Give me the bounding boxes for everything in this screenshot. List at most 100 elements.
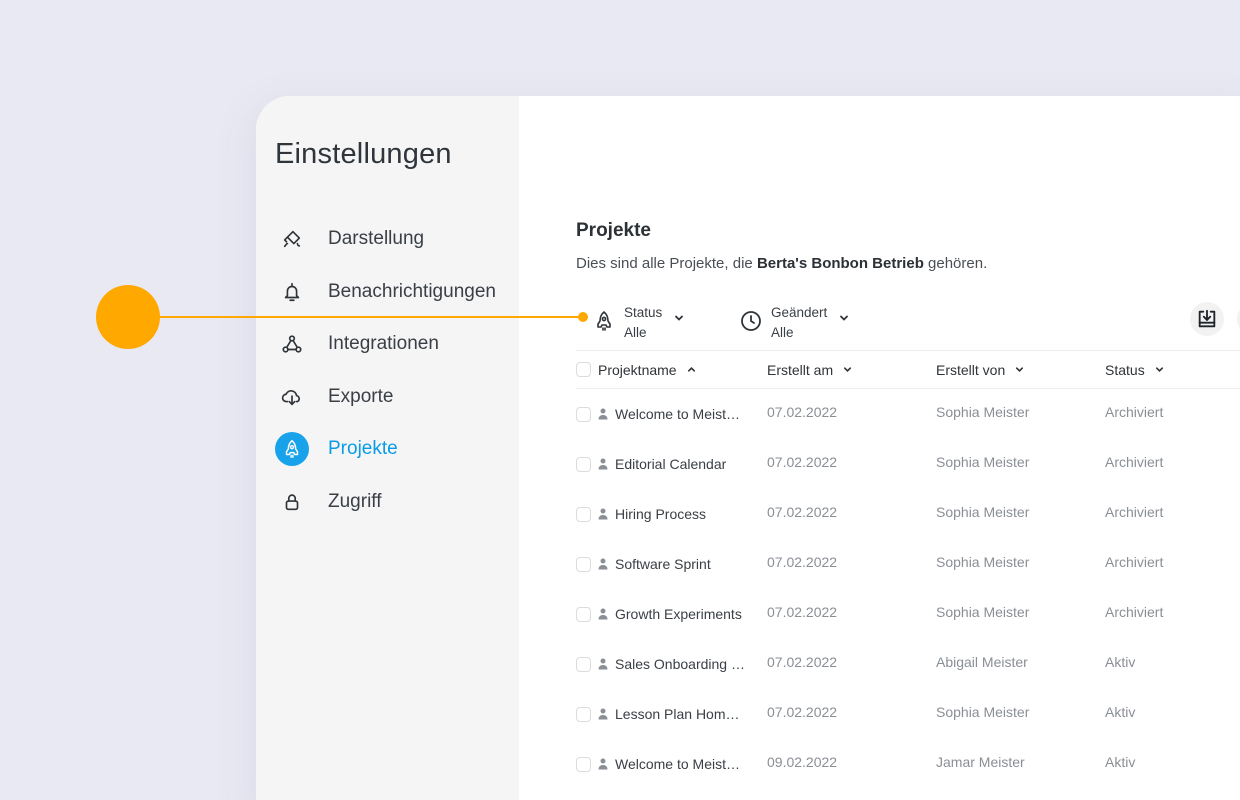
changed-filter-value: Alle <box>771 325 794 340</box>
project-status: Archiviert <box>1105 504 1164 520</box>
status-filter-label: Status <box>624 305 663 320</box>
project-name-cell[interactable]: Growth Experiments <box>598 606 767 622</box>
sidebar-item-label: Benachrichtigungen <box>328 280 496 302</box>
project-name: Welcome to Meist… <box>615 406 740 422</box>
row-checkbox[interactable] <box>576 406 591 422</box>
rocket-icon <box>597 311 611 331</box>
project-status: Archiviert <box>1105 454 1164 470</box>
project-status: Archiviert <box>1105 604 1164 620</box>
created-by: Sophia Meister <box>936 404 1030 420</box>
row-checkbox[interactable] <box>576 556 591 572</box>
created-date: 07.02.2022 <box>767 554 838 570</box>
project-status: Archiviert <box>1105 404 1164 420</box>
user-icon <box>598 758 608 770</box>
chevron-down-icon <box>1155 367 1163 372</box>
project-name: Welcome to Meist… <box>615 756 740 772</box>
status-filter-value: Alle <box>624 325 647 340</box>
project-name-cell[interactable]: Welcome to Meist… <box>598 406 767 422</box>
created-by: Sophia Meister <box>936 704 1030 720</box>
row-checkbox-cell <box>576 556 598 572</box>
sidebar-item-label: Projekte <box>328 438 398 460</box>
project-name-cell[interactable]: Welcome to Meist… <box>598 756 767 772</box>
column-header-erstellt-am[interactable]: Erstellt am <box>767 362 936 378</box>
select-all-checkbox[interactable] <box>576 362 591 377</box>
paint-icon <box>275 222 309 256</box>
project-name-cell[interactable]: Lesson Plan Home… <box>598 706 767 722</box>
row-checkbox[interactable] <box>576 656 591 672</box>
table-header: Projektname Erstellt am Erstellt von Sta… <box>576 350 1240 389</box>
column-header-status[interactable]: Status <box>1105 362 1240 378</box>
sidebar-item-label: Exporte <box>328 385 394 407</box>
created-by: Sophia Meister <box>936 454 1030 470</box>
sidebar: Einstellungen Darstellung Benachrichtigu… <box>256 96 519 800</box>
column-label: Status <box>1105 361 1145 378</box>
created-by: Jamar Meister <box>936 754 1025 770</box>
row-checkbox[interactable] <box>576 706 591 722</box>
created-date: 07.02.2022 <box>767 504 838 520</box>
project-name-cell[interactable]: Hiring Process <box>598 506 767 522</box>
rocket-icon <box>275 432 309 467</box>
bell-icon <box>275 275 309 309</box>
integrations-icon <box>275 327 309 361</box>
sidebar-item-benachrichtigungen[interactable]: Benachrichtigungen <box>275 266 496 319</box>
table-row[interactable]: Sales Onboarding … 07.02.2022 Abigail Meis… <box>576 639 1240 689</box>
created-date: 07.02.2022 <box>767 454 838 470</box>
column-label: Erstellt am <box>767 361 834 378</box>
settings-window: Einstellungen Darstellung Benachrichtigu… <box>256 96 1240 800</box>
row-checkbox[interactable] <box>576 606 591 622</box>
main-content: Projekte Dies sind alle Projekte, die Be… <box>519 96 1240 800</box>
sidebar-item-exporte[interactable]: Exporte <box>275 371 496 424</box>
table-row[interactable]: Welcome to Meist… 07.02.2022 Sophia Meiste… <box>576 389 1240 439</box>
callout-line <box>158 316 584 318</box>
sidebar-title: Einstellungen <box>275 138 452 170</box>
table-row[interactable]: Software Sprint 07.02.2022 Sophia Meister A… <box>576 539 1240 589</box>
created-date: 09.02.2022 <box>767 754 838 770</box>
project-name: Growth Experiments <box>615 606 742 622</box>
column-header-erstellt-von[interactable]: Erstellt von <box>936 362 1105 378</box>
sidebar-item-label: Darstellung <box>328 228 425 250</box>
cloud-download-icon <box>275 380 309 414</box>
row-checkbox[interactable] <box>576 506 591 522</box>
row-checkbox-cell <box>576 656 598 672</box>
chevron-down-icon <box>675 315 684 321</box>
sidebar-item-integrationen[interactable]: Integrationen <box>275 318 496 371</box>
chevron-down-icon <box>1016 367 1024 372</box>
project-status: Aktiv <box>1105 754 1136 770</box>
changed-filter-label: Geändert <box>771 305 828 320</box>
changed-filter[interactable]: Geändert Alle <box>739 303 849 343</box>
row-checkbox[interactable] <box>576 756 591 772</box>
project-name-cell[interactable]: Software Sprint <box>598 556 767 572</box>
workspace-name: Berta's Bonbon Betrieb <box>756 255 924 272</box>
export-button[interactable] <box>1190 302 1224 336</box>
chevron-down-icon <box>840 315 849 321</box>
sidebar-item-projekte[interactable]: Projekte <box>275 423 496 476</box>
callout-marker <box>96 285 160 349</box>
user-icon <box>598 408 608 420</box>
table-row[interactable]: Lesson Plan Home… 07.02.2022 Sophia Meiste… <box>576 689 1240 739</box>
table-row[interactable]: Welcome to Meist… 09.02.2022 Jamar Meister… <box>576 739 1240 789</box>
project-name: Editorial Calendar <box>615 456 727 472</box>
column-label: Projektname <box>598 361 677 378</box>
projects-table: Projektname Erstellt am Erstellt von Sta… <box>576 350 1240 789</box>
sidebar-item-darstellung[interactable]: Darstellung <box>275 213 496 266</box>
callout-line-end <box>578 312 588 322</box>
project-name: Software Sprint <box>615 556 711 572</box>
table-row[interactable]: Growth Experiments 07.02.2022 Sophia Meist… <box>576 589 1240 639</box>
lock-icon <box>275 485 309 519</box>
project-status: Aktiv <box>1105 704 1136 720</box>
status-filter[interactable]: Status Alle <box>592 303 684 343</box>
table-row[interactable]: Editorial Calendar 07.02.2022 Sophia Meist… <box>576 439 1240 489</box>
column-header-projektname[interactable]: Projektname <box>598 362 767 378</box>
sidebar-item-label: Integrationen <box>328 333 439 355</box>
project-status: Archiviert <box>1105 554 1164 570</box>
created-date: 07.02.2022 <box>767 604 838 620</box>
row-checkbox[interactable] <box>576 456 591 472</box>
sidebar-item-zugriff[interactable]: Zugriff <box>275 476 496 529</box>
download-tray-icon <box>1198 309 1216 328</box>
project-name-cell[interactable]: Sales Onboarding … <box>598 656 767 672</box>
table-row[interactable]: Hiring Process 07.02.2022 Sophia Meister Ar… <box>576 489 1240 539</box>
sidebar-item-label: Zugriff <box>328 490 382 512</box>
created-by: Sophia Meister <box>936 604 1030 620</box>
project-name-cell[interactable]: Editorial Calendar <box>598 456 767 472</box>
subtitle-text: Dies sind alle Projekte, die <box>576 255 757 272</box>
